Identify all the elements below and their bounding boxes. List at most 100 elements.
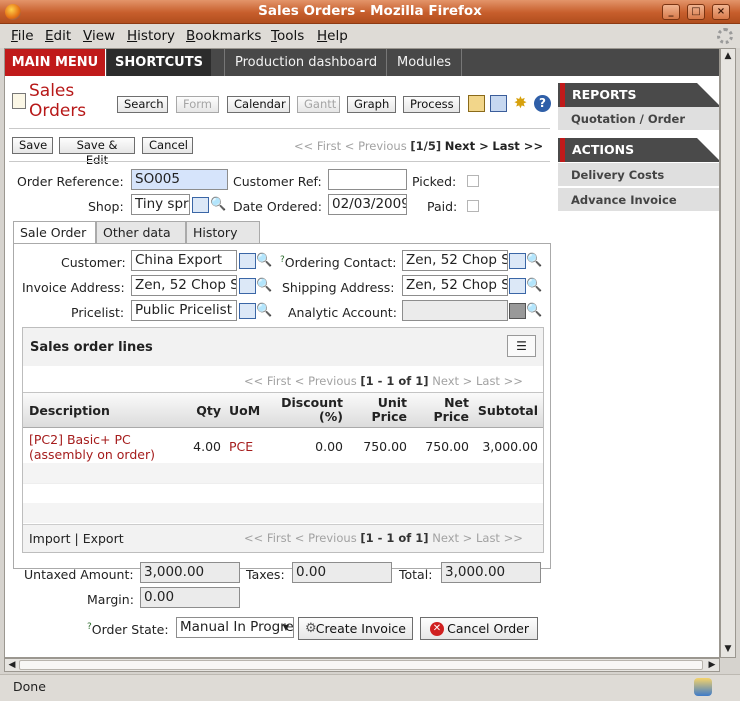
- open-record-icon[interactable]: [239, 303, 256, 319]
- order-state-label: ?Order State:: [87, 622, 169, 637]
- chevron-down-icon[interactable]: ▼: [280, 619, 292, 636]
- pager-next[interactable]: Next >: [445, 139, 489, 153]
- main-menu-button[interactable]: MAIN MENU: [5, 49, 106, 76]
- form-view-button[interactable]: Form: [176, 96, 219, 113]
- menu-bookmarks[interactable]: Bookmarks: [186, 28, 261, 44]
- action-delivery-costs[interactable]: Delivery Costs: [558, 163, 719, 187]
- open-record-icon[interactable]: [509, 278, 526, 294]
- lines-pager-first[interactable]: << First: [244, 374, 291, 388]
- scroll-thumb[interactable]: [19, 660, 703, 670]
- save-button[interactable]: Save: [12, 137, 53, 154]
- col-uom[interactable]: UoM: [229, 404, 260, 418]
- search-record-icon[interactable]: 🔍: [256, 303, 273, 319]
- analytic-account-field[interactable]: [402, 300, 508, 321]
- pager-last[interactable]: Last >>: [492, 139, 543, 153]
- lines-pager-previous[interactable]: < Previous: [295, 374, 357, 388]
- cancel-button[interactable]: Cancel: [142, 137, 193, 154]
- save-and-edit-button[interactable]: Save & Edit: [59, 137, 135, 167]
- horizontal-scrollbar[interactable]: ◀ ▶: [4, 658, 720, 672]
- customer-ref-field[interactable]: [328, 169, 407, 190]
- scroll-left-icon[interactable]: ◀: [6, 659, 18, 671]
- shortcuts-button[interactable]: SHORTCUTS: [107, 49, 211, 76]
- picked-checkbox[interactable]: [467, 175, 479, 187]
- order-reference-field[interactable]: SO005: [131, 169, 228, 190]
- import-link[interactable]: Import: [29, 531, 71, 546]
- table-row[interactable]: [PC2] Basic+ PC (assembly on order) 4.00 …: [23, 429, 543, 463]
- gears-icon: ⚙: [305, 621, 317, 636]
- help-icon[interactable]: ?: [534, 95, 551, 112]
- invoice-address-field[interactable]: Zen, 52 Chop Suey street: [131, 275, 237, 296]
- paid-checkbox[interactable]: [467, 200, 479, 212]
- pricelist-field[interactable]: Public Pricelist: [131, 300, 237, 321]
- shop-field[interactable]: Tiny sprl: [131, 194, 190, 215]
- col-net-price[interactable]: Net Price: [415, 396, 470, 424]
- menu-file[interactable]: File: [11, 28, 34, 44]
- col-discount-line2: (%): [319, 409, 343, 424]
- gantt-view-button[interactable]: Gantt: [297, 96, 340, 113]
- menu-tools[interactable]: Tools: [271, 28, 304, 44]
- date-ordered-field[interactable]: 02/03/2009: [328, 194, 407, 215]
- tab-history[interactable]: History: [186, 221, 260, 243]
- scroll-right-icon[interactable]: ▶: [706, 659, 718, 671]
- open-record-icon[interactable]: [509, 253, 526, 269]
- new-star-icon[interactable]: ✸: [512, 94, 529, 111]
- search-record-icon[interactable]: 🔍: [256, 278, 273, 294]
- order-state-select[interactable]: Manual In Progress: [176, 617, 294, 638]
- col-description[interactable]: Description: [29, 404, 110, 418]
- graph-view-button[interactable]: Graph: [347, 96, 396, 113]
- process-view-button[interactable]: Process: [403, 96, 460, 113]
- open-record-icon[interactable]: [239, 278, 256, 294]
- lines-pager-first[interactable]: << First: [244, 531, 291, 545]
- pager-first[interactable]: << First: [294, 139, 341, 153]
- open-record-icon[interactable]: [192, 197, 209, 213]
- search-record-icon[interactable]: 🔍: [256, 253, 273, 269]
- scroll-up-icon[interactable]: ▲: [722, 50, 734, 62]
- list-view-icon[interactable]: ☰: [507, 335, 536, 357]
- menu-history[interactable]: History: [127, 28, 175, 44]
- report-quotation-order[interactable]: Quotation / Order: [558, 107, 719, 131]
- scroll-down-icon[interactable]: ▼: [722, 643, 734, 655]
- vertical-scrollbar[interactable]: ▲ ▼: [720, 48, 736, 658]
- col-unit-price[interactable]: Unit Price: [353, 396, 408, 424]
- clipboard-icon[interactable]: [468, 95, 485, 112]
- tab-other-data[interactable]: Other data: [96, 221, 186, 243]
- ordering-contact-field[interactable]: Zen, 52 Chop Suey street: [402, 250, 508, 271]
- lines-pager-next[interactable]: Next >: [432, 374, 472, 388]
- cancel-order-button[interactable]: ✕ Cancel Order: [420, 617, 538, 640]
- search-view-button[interactable]: Search: [117, 96, 168, 113]
- customer-field[interactable]: China Export: [131, 250, 237, 271]
- pager-previous[interactable]: < Previous: [345, 139, 407, 153]
- taxes-field: 0.00: [292, 562, 392, 583]
- maximize-icon[interactable]: □: [687, 4, 705, 20]
- reports-title: REPORTS: [572, 87, 637, 102]
- menu-help[interactable]: Help: [317, 28, 348, 44]
- search-record-icon[interactable]: 🔍: [526, 253, 543, 269]
- close-icon[interactable]: ×: [712, 4, 730, 20]
- lines-pager-previous[interactable]: < Previous: [295, 531, 357, 545]
- col-subtotal[interactable]: Subtotal: [475, 404, 538, 418]
- nav-tab-modules[interactable]: Modules: [386, 49, 463, 76]
- lines-pager-last[interactable]: Last >>: [476, 531, 523, 545]
- menu-view[interactable]: View: [83, 28, 115, 44]
- row-qty: 4.00: [193, 439, 221, 454]
- create-invoice-button[interactable]: ⚙ Create Invoice: [298, 617, 413, 640]
- col-discount[interactable]: Discount (%): [271, 396, 343, 424]
- search-record-icon[interactable]: 🔍: [210, 197, 227, 213]
- export-link[interactable]: Export: [83, 531, 124, 546]
- attachment-icon[interactable]: [490, 95, 507, 112]
- col-qty[interactable]: Qty: [191, 404, 221, 418]
- lines-pager-next[interactable]: Next >: [432, 531, 472, 545]
- tab-sale-order[interactable]: Sale Order: [13, 221, 96, 244]
- addon-status-icon[interactable]: [694, 678, 712, 696]
- divider: [9, 128, 550, 129]
- lines-pager-last[interactable]: Last >>: [476, 374, 523, 388]
- minimize-icon[interactable]: _: [662, 4, 680, 20]
- calendar-view-button[interactable]: Calendar: [227, 96, 290, 113]
- menu-edit[interactable]: Edit: [45, 28, 71, 44]
- search-record-icon[interactable]: 🔍: [526, 278, 543, 294]
- order-state-label-text: Order State:: [91, 622, 169, 638]
- shipping-address-field[interactable]: Zen, 52 Chop Suey street: [402, 275, 508, 296]
- open-record-icon[interactable]: [239, 253, 256, 269]
- action-advance-invoice[interactable]: Advance Invoice: [558, 188, 719, 212]
- nav-tab-production-dashboard[interactable]: Production dashboard: [224, 49, 387, 76]
